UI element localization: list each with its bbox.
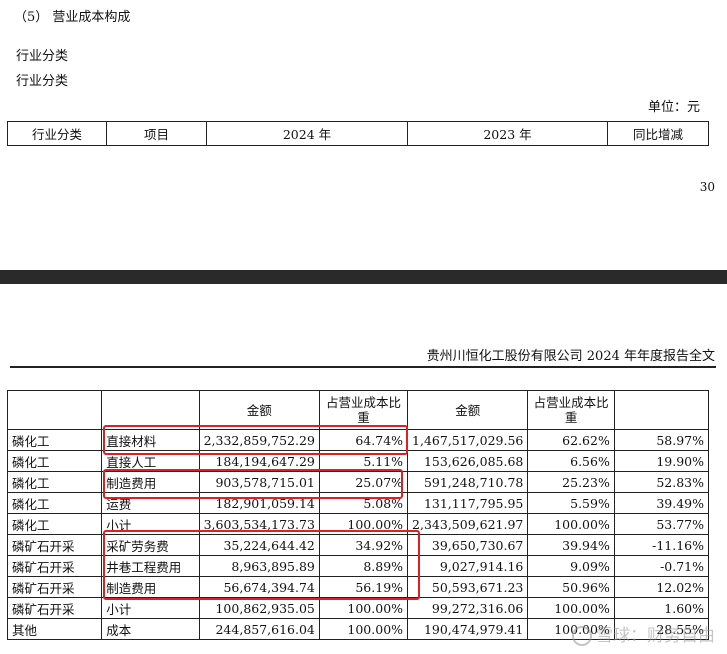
cell-yoy: 1.60% <box>613 597 710 619</box>
cell-amt2024: 244,857,616.04 <box>198 618 320 640</box>
table-header-row: 金额 占营业成本比重 金额 占营业成本比重 <box>6 390 710 430</box>
cell-industry: 磷矿石开采 <box>6 597 103 619</box>
watermark-text: 雪球：财务自由 <box>596 626 715 646</box>
cell-amt2024: 100,862,935.05 <box>198 597 320 619</box>
cell-item: 成本 <box>101 618 200 640</box>
cell-yoy: 12.02% <box>613 576 710 598</box>
header-cell: 占营业成本比重 <box>318 390 409 430</box>
cell-pct2023: 5.59% <box>527 492 615 514</box>
cell-amt2023: 2,343,509,621.97 <box>407 513 529 535</box>
cell-pct2023: 50.96% <box>527 576 615 598</box>
page-number: 30 <box>699 180 715 194</box>
table-row: 磷矿石开采 小计 100,862,935.05 100.00% 99,272,316.0… <box>6 597 710 619</box>
cell-pct2023: 25.23% <box>527 471 615 493</box>
cell-amt2023: 190,474,979.41 <box>407 618 529 640</box>
cell-amt2023: 50,593,671.23 <box>407 576 529 598</box>
highlight-box <box>103 425 408 455</box>
table-header-page1: 行业分类 项目 2024 年 2023 年 同比增减 <box>7 121 709 146</box>
table-header-row: 行业分类 项目 2024 年 2023 年 同比增减 <box>7 121 709 146</box>
cell-yoy: 52.83% <box>613 471 710 493</box>
cell-industry: 磷化工 <box>6 429 103 451</box>
highlight-box <box>103 530 420 600</box>
page-break-band <box>0 270 727 284</box>
cell-amt2023: 131,117,795.95 <box>407 492 529 514</box>
section-title: （5） 营业成本构成 <box>14 10 131 25</box>
header-cell <box>6 390 103 430</box>
cell-pct2023: 6.56% <box>527 450 615 472</box>
cell-amt2023: 9,027,914.16 <box>407 555 529 577</box>
cell-pct2023: 100.00% <box>527 513 615 535</box>
cell-industry: 磷矿石开采 <box>6 576 103 598</box>
cell-yoy: 58.97% <box>613 429 710 451</box>
watermark: 雪球：财务自由 <box>572 621 715 646</box>
cell-yoy: 19.90% <box>613 450 710 472</box>
header-rule <box>10 366 716 368</box>
header-cell: 金额 <box>198 390 320 430</box>
snowball-logo-icon <box>572 626 592 646</box>
header-cell: 项目 <box>106 121 207 146</box>
cell-yoy: -0.71% <box>613 555 710 577</box>
industry-label-1: 行业分类 <box>16 49 69 64</box>
cell-yoy: 53.77% <box>613 513 710 535</box>
header-cell: 同比增减 <box>607 121 709 146</box>
header-cell: 2024 年 <box>206 121 408 146</box>
cell-pct2023: 62.62% <box>527 429 615 451</box>
cell-industry: 磷化工 <box>6 471 103 493</box>
cell-industry: 其他 <box>6 618 103 640</box>
cell-industry: 磷化工 <box>6 513 103 535</box>
header-cell: 占营业成本比重 <box>527 390 615 430</box>
cell-amt2023: 153,626,085.68 <box>407 450 529 472</box>
header-cell <box>101 390 200 430</box>
cell-item: 小计 <box>101 597 200 619</box>
cell-amt2023: 591,248,710.78 <box>407 471 529 493</box>
report-title: 贵州川恒化工股份有限公司 2024 年年度报告全文 <box>426 349 715 364</box>
cell-amt2023: 99,272,316.06 <box>407 597 529 619</box>
cell-pct2023: 9.09% <box>527 555 615 577</box>
cell-pct2023: 100.00% <box>527 597 615 619</box>
unit-label: 单位：元 <box>647 100 700 115</box>
header-cell: 金额 <box>407 390 529 430</box>
cell-yoy: -11.16% <box>613 534 710 556</box>
industry-label-2: 行业分类 <box>16 74 69 89</box>
header-cell: 2023 年 <box>407 121 608 146</box>
cell-industry: 磷化工 <box>6 450 103 472</box>
cell-industry: 磷化工 <box>6 492 103 514</box>
header-cell: 行业分类 <box>7 121 107 146</box>
cell-industry: 磷矿石开采 <box>6 555 103 577</box>
cell-pct2024: 100.00% <box>318 618 409 640</box>
cell-amt2023: 39,650,730.67 <box>407 534 529 556</box>
cell-yoy: 39.49% <box>613 492 710 514</box>
cell-industry: 磷矿石开采 <box>6 534 103 556</box>
header-cell <box>613 390 710 430</box>
cell-pct2024: 100.00% <box>318 597 409 619</box>
cell-pct2023: 39.94% <box>527 534 615 556</box>
cell-amt2023: 1,467,517,029.56 <box>407 429 529 451</box>
highlight-box <box>103 469 403 499</box>
